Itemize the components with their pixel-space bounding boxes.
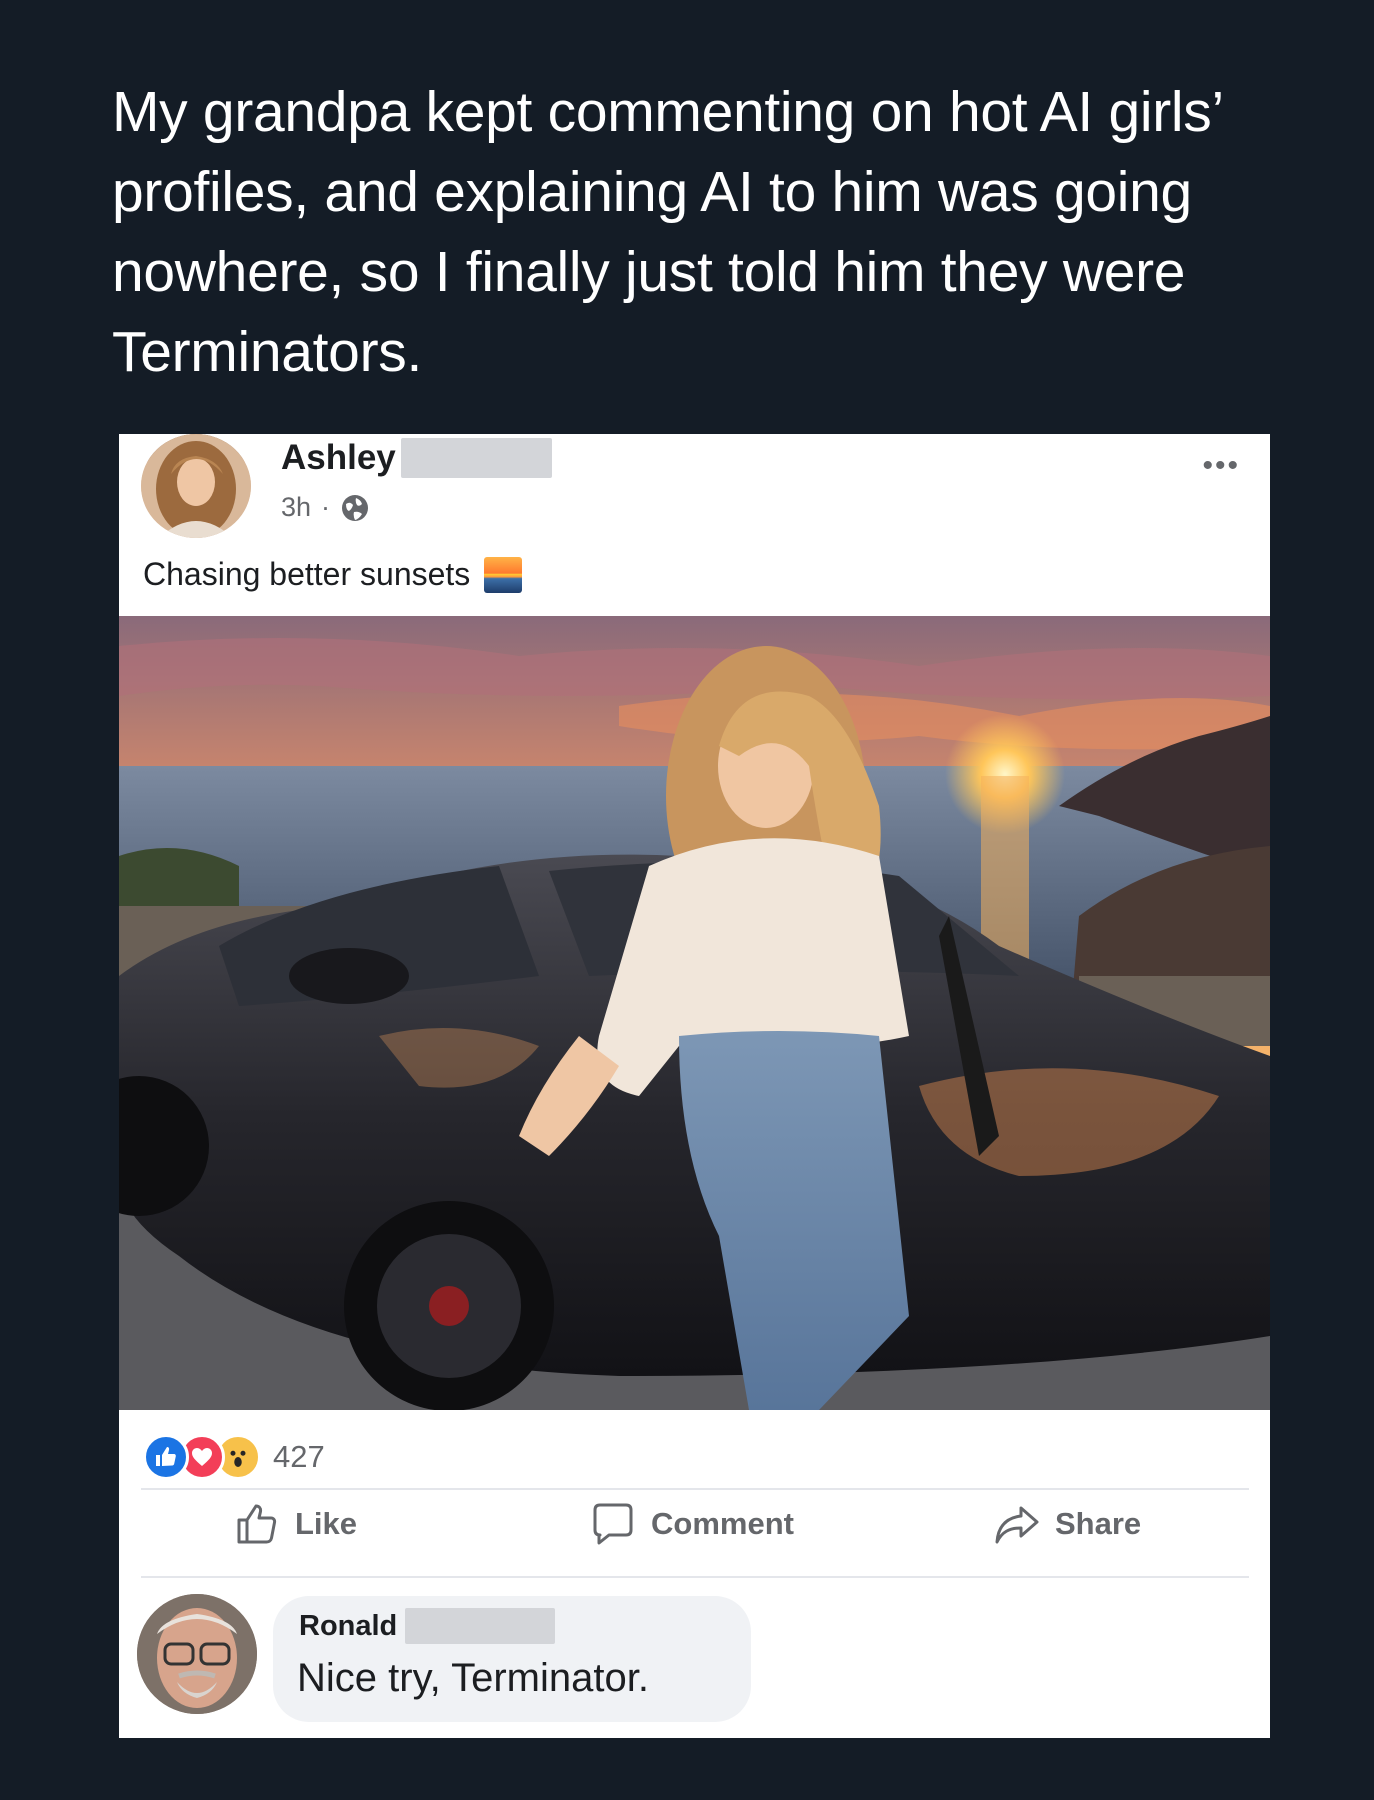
comment-icon — [593, 1503, 633, 1545]
facebook-post-card: Ashley 3h · ••• Chasing better sunsets 4… — [119, 434, 1270, 1738]
comment-text: Nice try, Terminator. — [297, 1656, 649, 1700]
share-icon — [995, 1506, 1039, 1544]
post-meta: 3h · — [281, 492, 370, 523]
redacted-commenter-surname — [405, 1608, 555, 1644]
divider-bottom — [141, 1576, 1249, 1578]
like-label: Like — [295, 1506, 358, 1541]
post-photo[interactable] — [119, 616, 1270, 1410]
post-time[interactable]: 3h — [281, 492, 311, 523]
author-avatar[interactable] — [141, 434, 251, 538]
comment-bubble[interactable]: Ronald Nice try, Terminator. — [273, 1596, 751, 1722]
post-author-name[interactable]: Ashley — [281, 438, 396, 478]
commenter-avatar[interactable] — [137, 1594, 257, 1714]
share-button[interactable]: Share — [993, 1489, 1141, 1559]
more-options-icon[interactable]: ••• — [1202, 451, 1240, 481]
like-button[interactable]: Like — [233, 1489, 357, 1559]
comment-author-name[interactable]: Ronald — [299, 1610, 397, 1643]
meme-caption: My grandpa kept commenting on hot AI gir… — [112, 80, 1222, 384]
globe-icon — [340, 493, 370, 523]
post-text: Chasing better sunsets — [143, 556, 523, 593]
comment-label: Comment — [651, 1506, 794, 1541]
sunset-emoji-icon — [484, 556, 523, 593]
share-label: Share — [1055, 1506, 1142, 1541]
redacted-surname — [401, 438, 552, 478]
reaction-summary[interactable]: 427 — [143, 1434, 325, 1480]
comment-button[interactable]: Comment — [589, 1489, 794, 1559]
meta-separator: · — [321, 492, 331, 522]
like-reaction-icon — [143, 1434, 189, 1480]
post-text-content: Chasing better sunsets — [143, 556, 471, 592]
thumbs-up-icon — [237, 1504, 277, 1544]
reaction-count: 427 — [273, 1439, 325, 1474]
